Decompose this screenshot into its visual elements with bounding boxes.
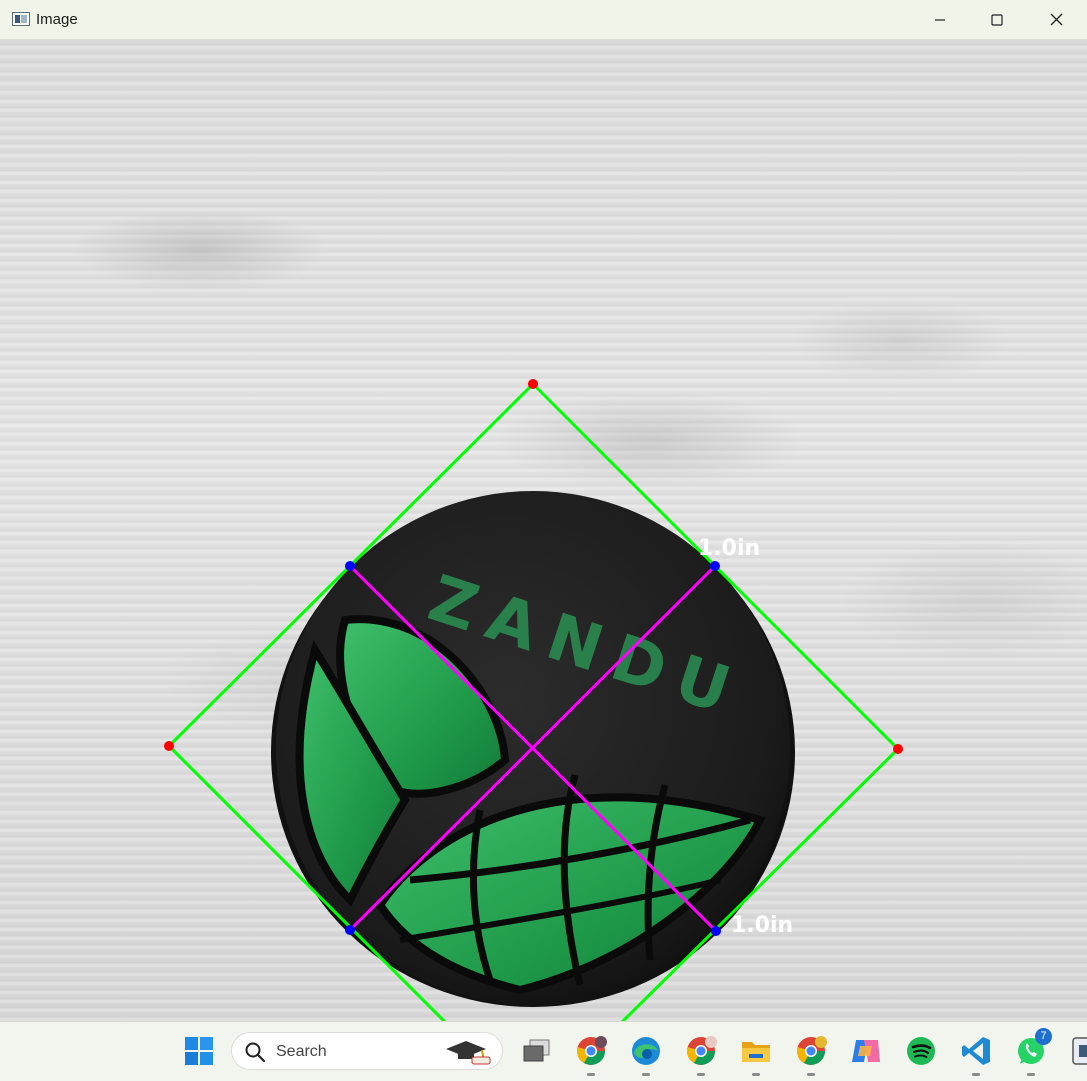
file-explorer-button[interactable]	[737, 1032, 775, 1076]
taskbar-search-box[interactable]: Search	[231, 1032, 503, 1070]
chrome-profile-3-icon	[796, 1036, 827, 1065]
close-icon	[1050, 13, 1062, 26]
image-canvas: ZANDU 1.0in 1.0in	[0, 40, 1087, 1021]
vscode-button[interactable]	[957, 1032, 995, 1076]
edge-icon	[632, 1037, 660, 1065]
copilot-icon	[852, 1040, 880, 1062]
midpoint	[345, 561, 355, 571]
chrome-profile-2-button[interactable]	[682, 1032, 720, 1076]
chrome-profile-2-icon	[686, 1036, 717, 1065]
midpoint	[711, 926, 721, 936]
midpoint	[710, 561, 720, 571]
window-titlebar: Image	[0, 0, 1087, 40]
notification-badge: 7	[1035, 1028, 1052, 1045]
copilot-button[interactable]	[847, 1032, 885, 1070]
graduation-cap-icon	[446, 1041, 491, 1065]
file-explorer-icon	[742, 1042, 770, 1062]
measurement-label-top: 1.0in	[698, 536, 760, 561]
chrome-profile-1-button[interactable]	[572, 1032, 610, 1076]
image-window-icon	[12, 12, 30, 26]
minimize-button[interactable]	[911, 0, 969, 39]
corner-point	[164, 741, 174, 751]
overflow-app-button[interactable]	[1064, 1032, 1087, 1070]
measurement-label-bottom: 1.0in	[731, 913, 793, 938]
edge-button[interactable]	[627, 1032, 665, 1076]
whatsapp-button[interactable]: 7	[1012, 1028, 1052, 1076]
window-title: Image	[36, 11, 78, 28]
search-placeholder: Search	[276, 1043, 327, 1060]
chrome-profile-1-icon	[576, 1036, 607, 1065]
maximize-button[interactable]	[968, 0, 1026, 39]
midpoint	[345, 925, 355, 935]
windows-start-icon	[185, 1037, 213, 1065]
chrome-profile-3-button[interactable]	[792, 1032, 830, 1076]
corner-point	[528, 379, 538, 389]
minimize-icon	[935, 18, 945, 21]
taskbar: Search 7	[0, 1021, 1087, 1081]
spotify-icon	[907, 1037, 935, 1065]
search-icon	[245, 1042, 266, 1063]
spotify-button[interactable]	[902, 1032, 940, 1070]
app-window-icon	[1072, 1037, 1087, 1065]
close-button[interactable]	[1027, 0, 1085, 39]
vscode-icon	[962, 1037, 990, 1065]
task-view-icon	[523, 1039, 550, 1062]
task-view-button[interactable]	[517, 1032, 555, 1070]
start-button[interactable]	[180, 1032, 218, 1070]
maximize-icon	[991, 13, 1003, 26]
corner-point	[893, 744, 903, 754]
annotated-photo: ZANDU 1.0in 1.0in	[164, 379, 903, 1021]
